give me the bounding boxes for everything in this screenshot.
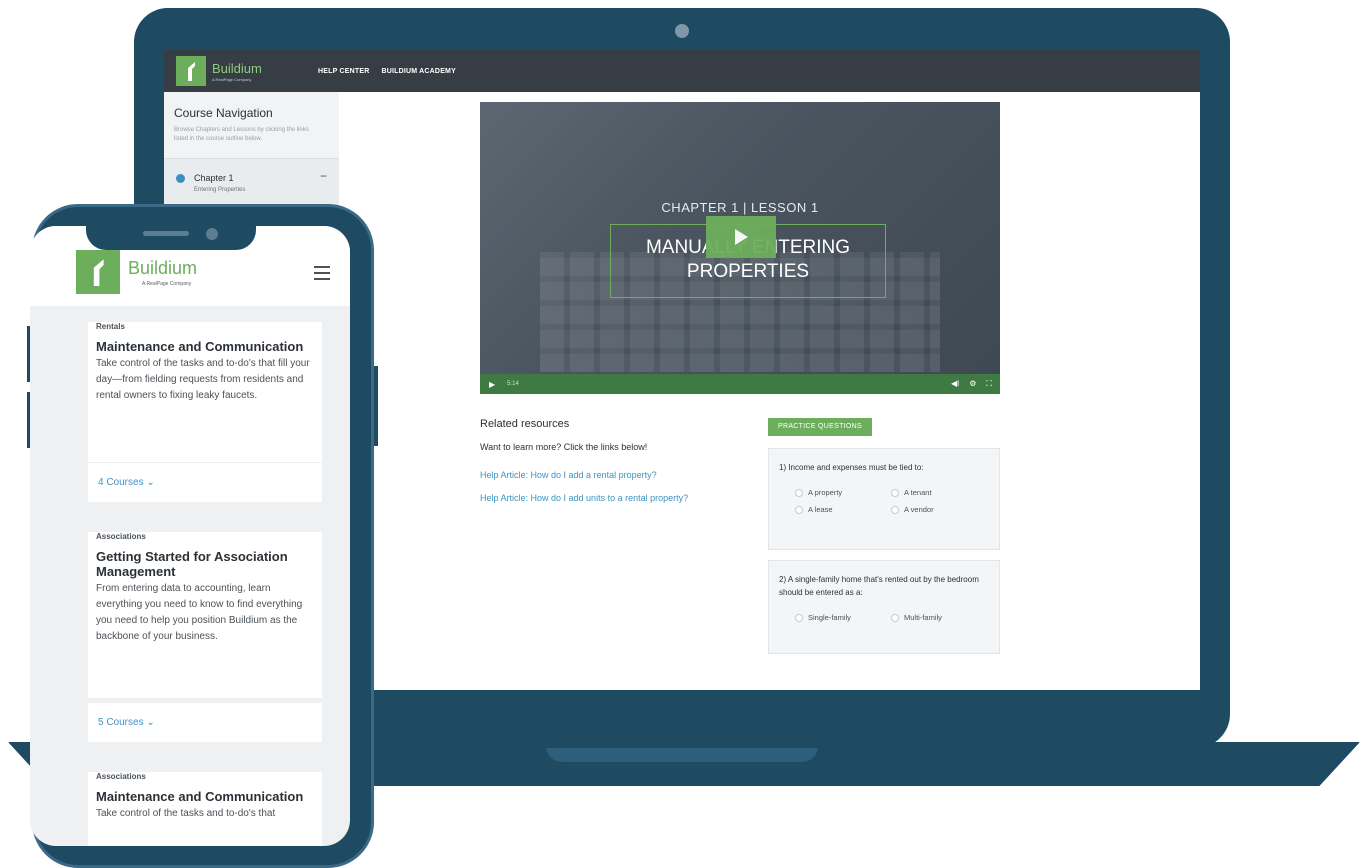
chapter-subtitle: Entering Properties (194, 187, 246, 193)
course-navigation: Course Navigation Browse Chapters and Le… (164, 92, 339, 212)
card-category: Associations (96, 772, 146, 781)
course-nav-title: Course Navigation (174, 106, 273, 120)
control-play-icon[interactable]: ▶ (489, 380, 495, 389)
collapse-icon[interactable]: − (320, 169, 327, 183)
card-category: Associations (96, 532, 146, 541)
card-title: Maintenance and Communication (96, 339, 304, 354)
question-card-1: 1) Income and expenses must be tied to: … (768, 448, 1000, 550)
hamburger-menu-icon[interactable] (314, 266, 330, 280)
mobile-brand-subtitle: A RealPage Company (142, 280, 192, 287)
speaker-icon (143, 231, 189, 236)
courses-dropdown[interactable]: 5 Courses ⌄ (88, 702, 322, 742)
chevron-down-icon: ⌄ (146, 717, 155, 728)
mobile-brand-logo[interactable]: Buildium A RealPage Company (76, 250, 197, 294)
card-description: Take control of the tasks and to-do's th… (96, 808, 276, 819)
chevron-down-icon: ⌄ (146, 477, 155, 488)
card-title: Maintenance and Communication (96, 789, 304, 804)
buildium-logo-icon (76, 250, 120, 294)
related-resources: Related resources Want to learn more? Cl… (480, 418, 720, 506)
nav-buildium-academy[interactable]: BUILDIUM ACADEMY (381, 68, 456, 75)
help-article-link-2[interactable]: Help Article: How do I add units to a re… (480, 491, 720, 506)
radio-icon[interactable] (891, 505, 899, 514)
video-time: 5:14 (507, 381, 519, 387)
mobile-brand-name: Buildium (128, 257, 198, 278)
question-2-text: 2) A single-family home that's rented ou… (779, 575, 979, 597)
phone-notch (86, 226, 256, 250)
brand-name: Buildium (212, 60, 262, 76)
related-title: Related resources (480, 418, 570, 430)
radio-icon[interactable] (795, 505, 803, 514)
chapter-item[interactable]: Chapter 1 Entering Properties − (164, 158, 339, 206)
video-player[interactable]: CHAPTER 1 | LESSON 1 MANUALLY ENTERING P… (480, 102, 1000, 394)
practice-questions-button[interactable]: PRACTICE QUESTIONS (768, 418, 872, 436)
course-nav-description: Browse Chapters and Lessons by clicking … (174, 127, 309, 142)
app-header: Buildium A RealPage Company HELP CENTER … (164, 50, 1200, 92)
nav-help-center[interactable]: HELP CENTER (318, 68, 369, 75)
q1-option-vendor[interactable]: A vendor (891, 505, 987, 514)
volume-icon[interactable]: ◀︎ǀ (951, 379, 959, 389)
q1-option-tenant[interactable]: A tenant (891, 488, 987, 497)
front-camera-icon (206, 228, 218, 240)
course-card: Associations Maintenance and Communicati… (88, 772, 322, 846)
radio-icon[interactable] (891, 488, 899, 497)
play-button[interactable] (706, 216, 776, 258)
card-description: From entering data to accounting, learn … (96, 583, 303, 642)
q2-option-single-family[interactable]: Single-family (795, 613, 891, 622)
help-article-link-1[interactable]: Help Article: How do I add a rental prop… (480, 468, 720, 483)
course-card: Associations Getting Started for Associa… (88, 532, 322, 698)
q1-option-lease[interactable]: A lease (795, 505, 891, 514)
video-controls: ▶ 5:14 ◀︎ǀ ⚙ ⛶ (480, 374, 1000, 394)
settings-gear-icon[interactable]: ⚙ (969, 379, 976, 389)
q2-option-multi-family[interactable]: Multi-family (891, 613, 987, 622)
question-card-2: 2) A single-family home that's rented ou… (768, 560, 1000, 654)
radio-icon[interactable] (795, 613, 803, 622)
related-intro: Want to learn more? Click the links belo… (480, 442, 648, 452)
chapter-title: Chapter 1 (194, 173, 234, 183)
card-description: Take control of the tasks and to-do's th… (96, 358, 310, 401)
courses-dropdown[interactable]: 4 Courses ⌄ (88, 462, 322, 502)
brand-logo[interactable]: Buildium A RealPage Company (176, 56, 306, 86)
q1-option-property[interactable]: A property (795, 488, 891, 497)
card-category: Rentals (96, 322, 125, 331)
buildium-logo-icon (176, 56, 206, 86)
video-subtitle: CHAPTER 1 | LESSON 1 (661, 200, 819, 215)
radio-icon[interactable] (795, 488, 803, 497)
brand-subtitle: A RealPage Company (212, 76, 252, 82)
radio-icon[interactable] (891, 613, 899, 622)
webcam-icon (675, 24, 689, 38)
card-title: Getting Started for Association Manageme… (96, 549, 288, 579)
chapter-status-icon (176, 174, 185, 183)
device-mockup-scene: Buildium A RealPage Company HELP CENTER … (0, 0, 1365, 868)
fullscreen-icon[interactable]: ⛶ (986, 379, 992, 389)
course-card: Rentals Maintenance and Communication Ta… (88, 322, 322, 462)
play-icon (735, 229, 748, 245)
question-1-text: 1) Income and expenses must be tied to: (779, 463, 924, 472)
phone-screen: Buildium A RealPage Company Rentals Main… (30, 226, 350, 846)
